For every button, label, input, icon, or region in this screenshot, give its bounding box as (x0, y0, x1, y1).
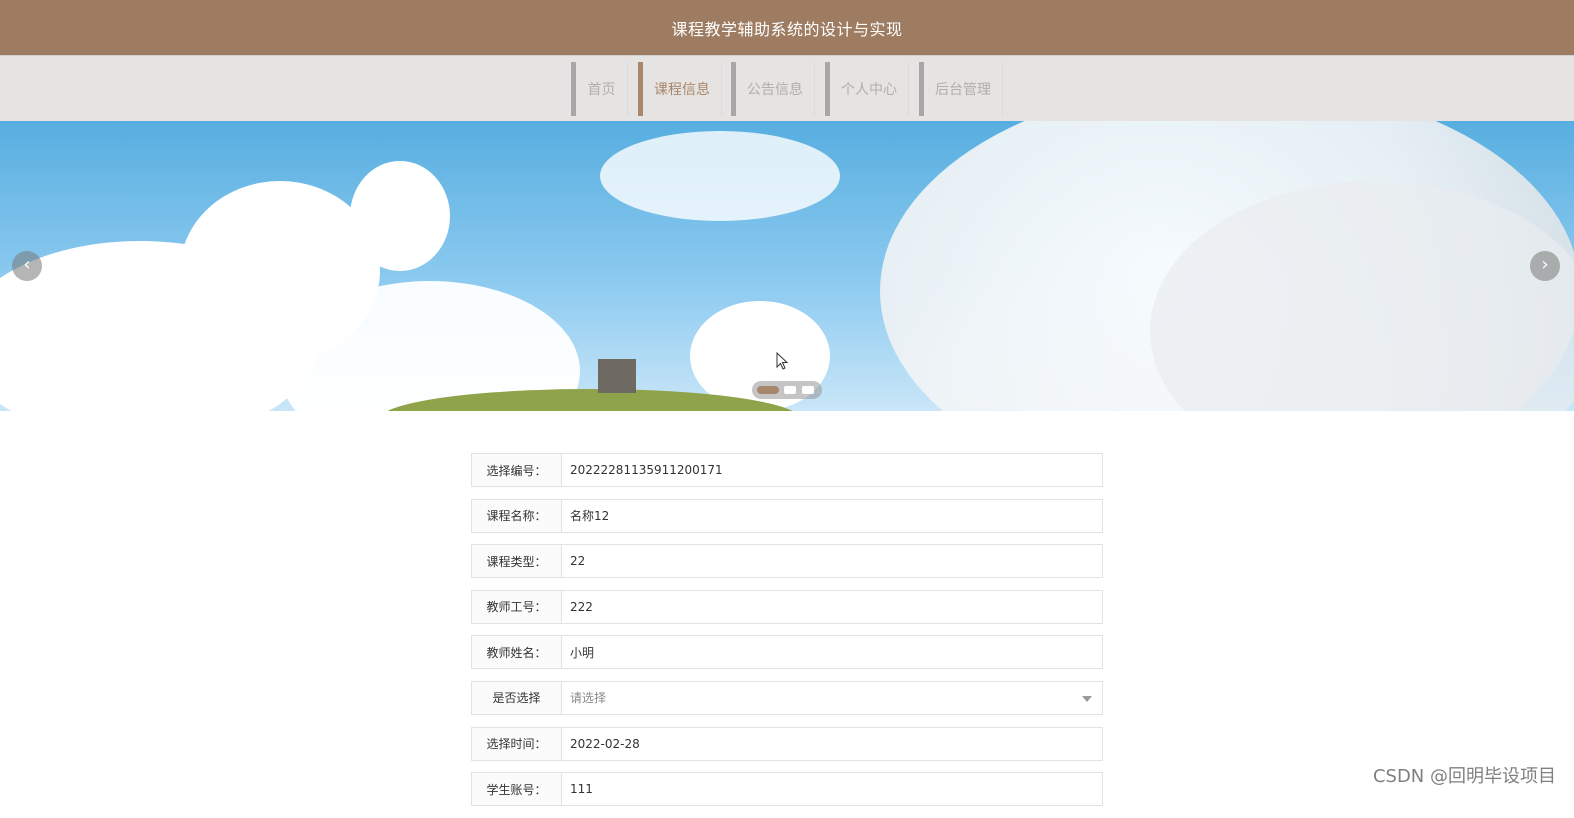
field-label: 课程名称： (471, 498, 562, 533)
course-type-field[interactable]: 22 (562, 544, 1103, 579)
nav-item-home[interactable]: 首页 (571, 62, 628, 116)
chevron-right-icon: › (1541, 254, 1549, 275)
field-label: 教师姓名： (471, 635, 562, 670)
chevron-left-icon: ‹ (23, 254, 31, 275)
banner-carousel[interactable]: ‹ › (0, 121, 1574, 411)
student-account-field[interactable]: 111 (562, 772, 1103, 807)
teacher-id-field[interactable]: 222 (562, 589, 1103, 624)
field-label: 选择编号： (471, 453, 562, 487)
main-nav: 首页 课程信息 公告信息 个人中心 后台管理 (0, 55, 1574, 121)
banner-tower (598, 359, 636, 393)
banner-next-button[interactable]: › (1530, 251, 1560, 281)
banner-prev-button[interactable]: ‹ (12, 251, 42, 281)
field-label: 课程类型： (471, 544, 562, 579)
nav-item-admin[interactable]: 后台管理 (919, 62, 1003, 116)
form-row-selection-time: 选择时间： 2022-02-28 (471, 726, 1103, 761)
banner-cloud (600, 131, 840, 221)
nav-item-personal-center[interactable]: 个人中心 (825, 62, 909, 116)
form-row-teacher-id: 教师工号： 222 (471, 589, 1103, 624)
field-label: 学生账号： (471, 772, 562, 807)
carousel-dot[interactable] (757, 386, 779, 394)
form-row-student-account: 学生账号： 111 (471, 772, 1103, 807)
selection-time-field[interactable]: 2022-02-28 (562, 726, 1103, 761)
carousel-indicators (752, 381, 822, 399)
banner-cloud (350, 161, 450, 271)
nav-item-announcements[interactable]: 公告信息 (731, 62, 815, 116)
nav-item-course-info[interactable]: 课程信息 (638, 62, 722, 116)
carousel-dot[interactable] (802, 386, 814, 394)
select-placeholder: 请选择 (570, 691, 607, 706)
field-label: 选择时间： (471, 726, 562, 761)
form-row-is-selected: 是否选择 请选择 (471, 680, 1103, 715)
site-header: 课程教学辅助系统的设计与实现 (0, 0, 1574, 55)
site-title: 课程教学辅助系统的设计与实现 (671, 19, 903, 39)
form-row-course-name: 课程名称： 名称12 (471, 498, 1103, 533)
course-name-field[interactable]: 名称12 (562, 498, 1103, 533)
field-label: 教师工号： (471, 589, 562, 624)
chevron-down-icon (1082, 695, 1092, 702)
carousel-dot[interactable] (784, 386, 796, 394)
csdn-watermark: CSDN @回明毕设项目 (1372, 766, 1556, 787)
course-selection-form: 选择编号： 20222281135911200171 课程名称： 名称12 课程… (471, 453, 1103, 818)
form-row-teacher-name: 教师姓名： 小明 (471, 635, 1103, 670)
teacher-name-field[interactable]: 小明 (562, 635, 1103, 670)
selection-number-field[interactable]: 20222281135911200171 (562, 453, 1103, 487)
is-selected-select[interactable]: 请选择 (562, 680, 1103, 715)
form-row-course-type: 课程类型： 22 (471, 544, 1103, 579)
form-row-selection-number: 选择编号： 20222281135911200171 (471, 453, 1103, 487)
mouse-cursor-icon (776, 352, 788, 370)
field-label: 是否选择 (471, 680, 562, 715)
